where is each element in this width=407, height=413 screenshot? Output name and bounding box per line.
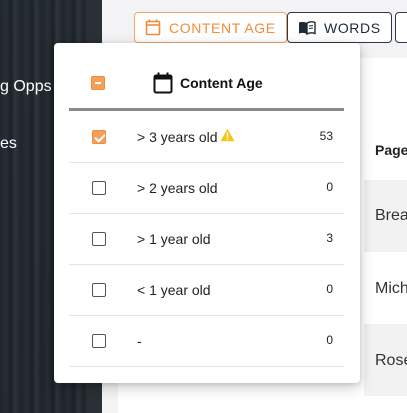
option-checkbox[interactable]: [92, 232, 106, 246]
content-age-filter-label: CONTENT AGE: [169, 19, 276, 36]
option-label: > 1 year old: [137, 231, 211, 247]
option-label: > 2 years old: [137, 180, 218, 196]
table-row-cell[interactable]: Rose: [375, 352, 407, 370]
content-age-filter-button[interactable]: CONTENT AGE: [134, 12, 287, 43]
option-count: 53: [319, 129, 333, 143]
option-row[interactable]: - 0: [69, 316, 344, 367]
option-label: > 3 years old: [137, 129, 218, 145]
option-checkbox[interactable]: [92, 334, 106, 348]
option-row[interactable]: > 1 year old 3: [69, 214, 344, 265]
option-label-wrap: > 3 years old: [137, 128, 235, 145]
option-count: 0: [326, 333, 333, 347]
words-filter-label: WORDS: [324, 19, 381, 36]
option-label: < 1 year old: [137, 282, 211, 298]
words-filter-button[interactable]: WORDS: [287, 12, 392, 43]
warning-icon: [220, 128, 235, 142]
select-all-checkbox[interactable]: [91, 76, 105, 90]
option-count: 0: [326, 180, 333, 194]
dropdown-header: Content Age: [69, 61, 344, 111]
content-age-dropdown: Content Age > 3 years old 53 > 2 years o…: [54, 43, 360, 383]
table-row-cell[interactable]: Mich: [375, 280, 407, 298]
table-row-cell[interactable]: Brea: [375, 207, 407, 225]
option-checkbox[interactable]: [92, 130, 106, 144]
option-row[interactable]: > 3 years old 53: [69, 112, 344, 163]
more-filter-button[interactable]: [395, 12, 407, 43]
sidebar-item-opps[interactable]: g Opps: [0, 78, 52, 96]
calendar-icon: [153, 72, 173, 94]
book-icon: [299, 20, 316, 35]
option-row[interactable]: > 2 years old 0: [69, 163, 344, 214]
option-checkbox[interactable]: [92, 181, 106, 195]
table-header-page[interactable]: Page: [375, 142, 407, 158]
option-label: -: [137, 333, 142, 349]
option-row[interactable]: < 1 year old 0: [69, 265, 344, 316]
calendar-icon: [145, 19, 161, 36]
option-checkbox[interactable]: [92, 283, 106, 297]
dropdown-title: Content Age: [180, 75, 263, 91]
option-count: 0: [326, 282, 333, 296]
sidebar-item-pages[interactable]: es: [0, 135, 17, 153]
option-count: 3: [326, 231, 333, 245]
